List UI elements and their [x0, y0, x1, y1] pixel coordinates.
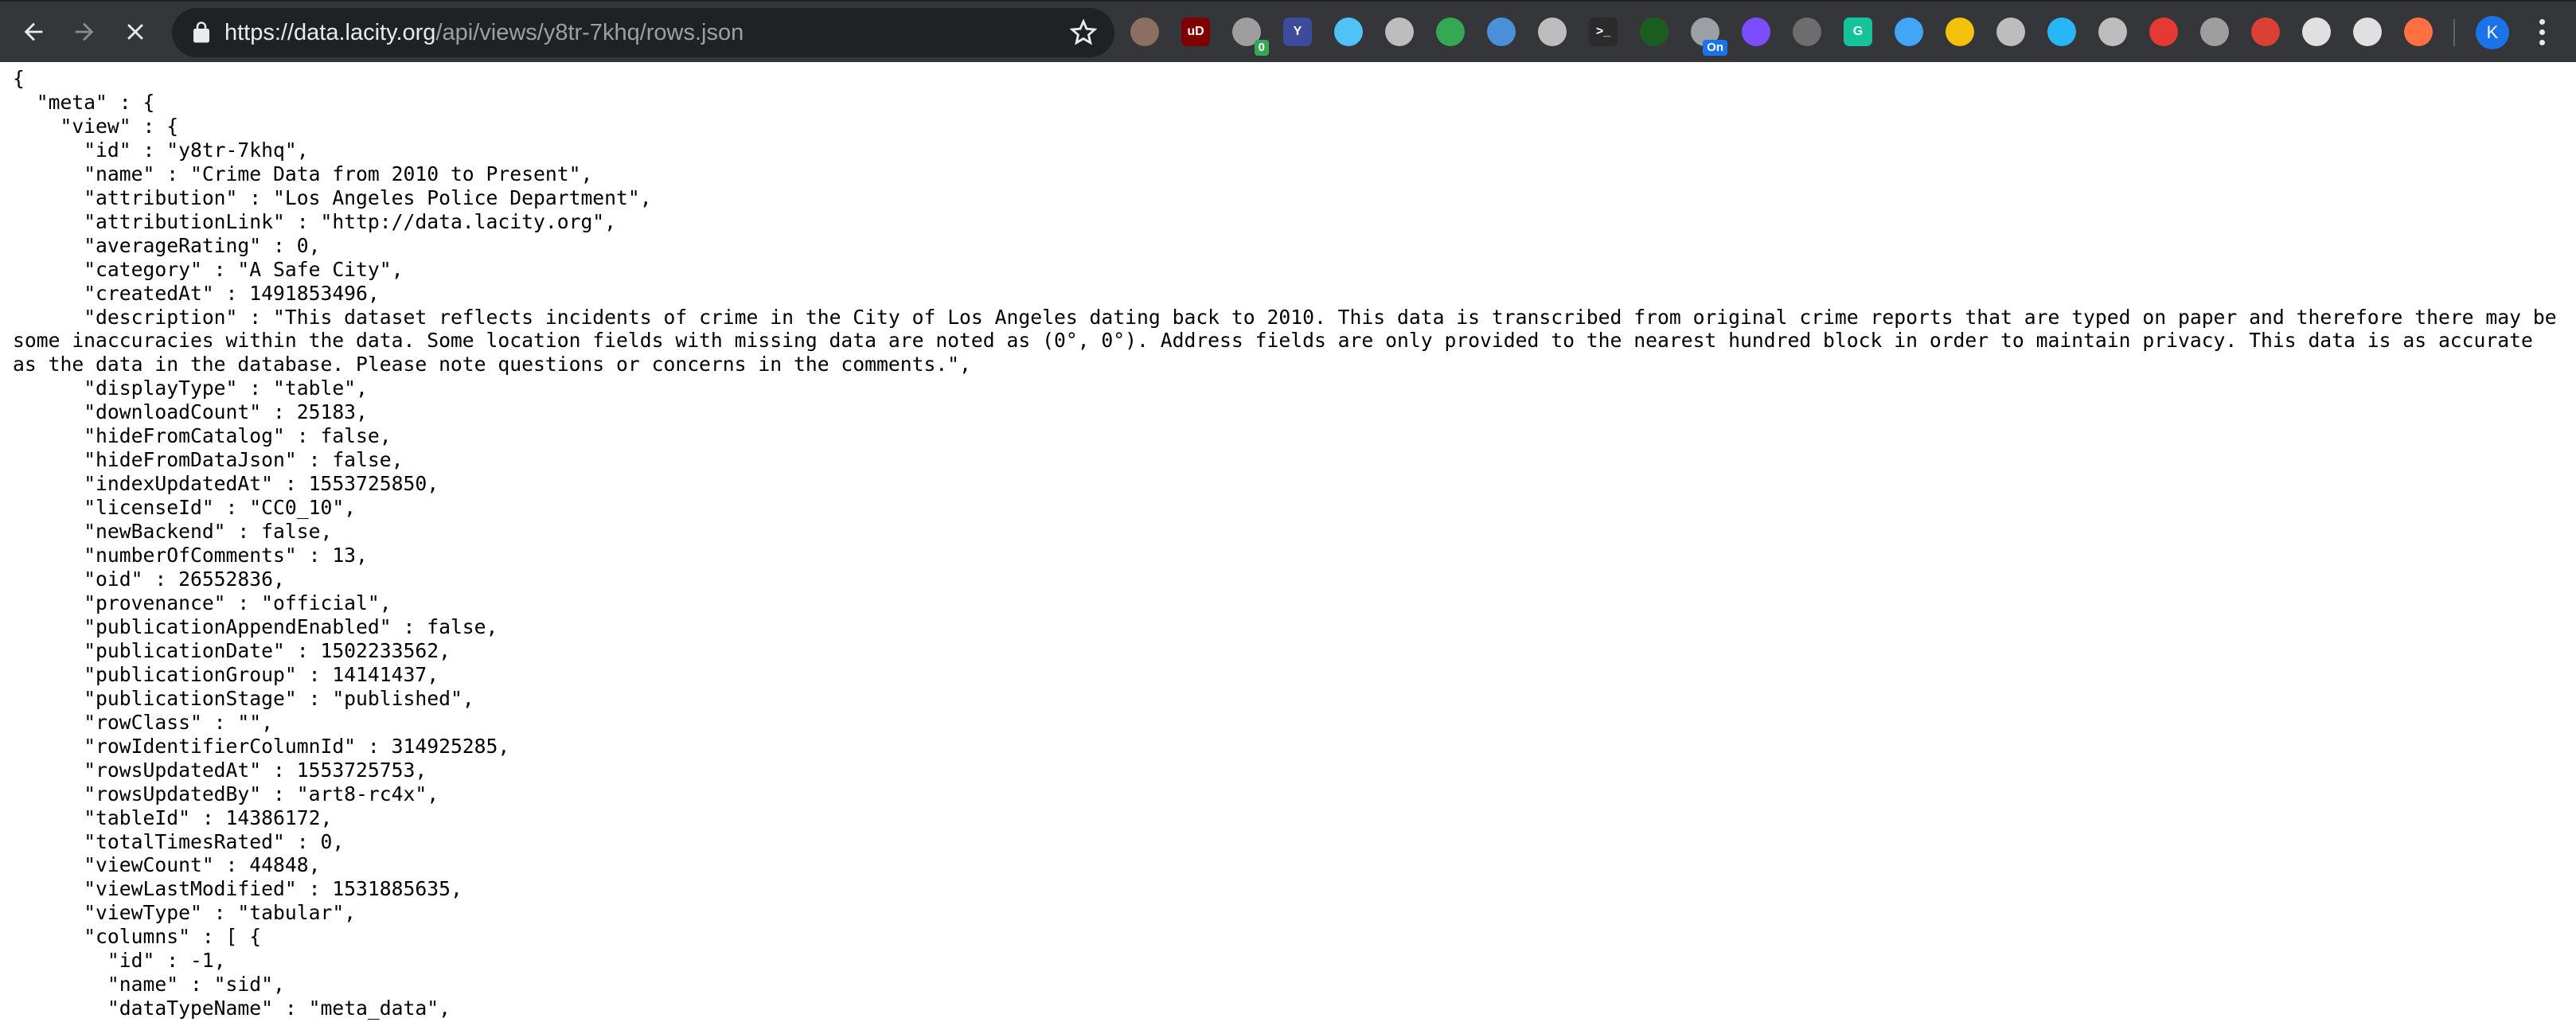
- grammarly-icon[interactable]: G: [1844, 18, 1872, 46]
- extension-badge: On: [1703, 40, 1727, 56]
- json-document: { "meta" : { "view" : { "id" : "y8tr-7kh…: [13, 67, 2557, 1020]
- close-icon: [127, 24, 143, 40]
- avatar-initial: K: [2486, 22, 2499, 42]
- globe-extension-icon[interactable]: [1334, 18, 1363, 46]
- notes-extension-icon[interactable]: [1946, 18, 1974, 46]
- url-text: https://data.lacity.org/api/views/y8tr-7…: [224, 8, 744, 57]
- tag-extension-icon[interactable]: [2098, 18, 2127, 46]
- ublock-icon[interactable]: uD: [1181, 18, 1210, 46]
- spy-extension-icon[interactable]: [1130, 18, 1159, 46]
- color-picker-extension-icon[interactable]: [1640, 18, 1669, 46]
- graduation-cap-extension-icon[interactable]: [2200, 18, 2229, 46]
- circle-purple-extension-icon[interactable]: [1742, 18, 1770, 46]
- download-extension-icon[interactable]: [1538, 18, 1567, 46]
- map-pin-extension-icon[interactable]: [1436, 18, 1465, 46]
- back-button[interactable]: [11, 10, 56, 54]
- share-arrow-extension-icon[interactable]: [2302, 18, 2331, 46]
- yoast-extension-label: Y: [1293, 25, 1302, 38]
- url-host: https://data.lacity.org: [224, 20, 436, 45]
- avatar[interactable]: K: [2476, 16, 2509, 49]
- toolbar-separator: [2453, 19, 2455, 46]
- forward-button[interactable]: [62, 10, 107, 54]
- arrow-left-icon: [24, 22, 43, 41]
- lock-icon: [193, 21, 209, 43]
- arrow-right-icon: [75, 22, 94, 41]
- cookie-extension-icon[interactable]: 0: [1232, 18, 1269, 56]
- address-bar[interactable]: https://data.lacity.org/api/views/y8tr-7…: [172, 8, 1114, 57]
- disc-extension-icon[interactable]: [1385, 18, 1414, 46]
- terminal-extension-label: >_: [1595, 25, 1611, 38]
- url-path: /api/views/y8tr-7khq/rows.json: [435, 20, 744, 45]
- tab-extension-icon[interactable]: On: [1691, 18, 1727, 56]
- refresh-circle-extension-icon[interactable]: [2047, 18, 2076, 46]
- wifi-signal-extension-icon[interactable]: [1895, 18, 1923, 46]
- screenshot-extension-icon[interactable]: [1487, 18, 1516, 46]
- todoist-icon[interactable]: [2251, 18, 2280, 46]
- browser-menu-icon[interactable]: [2539, 19, 2547, 48]
- yoast-extension-icon[interactable]: Y: [1283, 18, 1312, 46]
- gauge-extension-icon[interactable]: [2404, 18, 2433, 46]
- sound-extension-icon[interactable]: [2353, 18, 2382, 46]
- terminal-extension-icon[interactable]: >_: [1589, 18, 1618, 46]
- bookmark-star-icon[interactable]: [1070, 19, 1097, 46]
- heart-check-extension-icon[interactable]: [2149, 18, 2178, 46]
- browser-toolbar: https://data.lacity.org/api/views/y8tr-7…: [0, 0, 2576, 62]
- ublock-label: uD: [1187, 25, 1204, 38]
- drive-icon[interactable]: [1996, 18, 2025, 46]
- extension-badge: 0: [1254, 40, 1269, 56]
- stop-loading-button[interactable]: [113, 10, 158, 54]
- react-extension-icon[interactable]: [1793, 18, 1821, 46]
- grammarly-label: G: [1852, 25, 1864, 38]
